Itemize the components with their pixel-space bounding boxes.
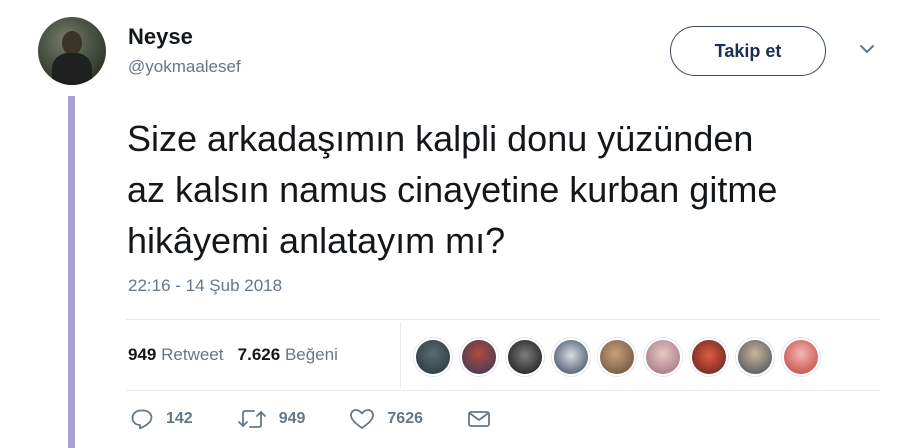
like-count: 7626 [387,410,423,427]
thread-line [68,96,75,448]
reply-button[interactable]: 142 [130,408,193,430]
tweet-text: Size arkadaşımın kalpli donu yüzünden az… [127,113,887,266]
liker-avatar[interactable] [460,338,498,376]
avatar-body [52,53,92,85]
liker-avatar[interactable] [736,338,774,376]
tweet-line: Size arkadaşımın kalpli donu yüzünden [127,118,754,159]
liker-avatar[interactable] [506,338,544,376]
divider [126,319,880,320]
direct-message-button[interactable] [467,409,491,429]
tweet-timestamp[interactable]: 22:16 - 14 Şub 2018 [128,276,282,296]
avatar-head [62,31,82,55]
liker-avatar[interactable] [552,338,590,376]
like-stat-label[interactable]: Beğeni [285,345,338,364]
stats-divider [400,322,401,388]
liker-avatar[interactable] [414,338,452,376]
avatar[interactable] [38,17,106,85]
like-button[interactable]: 7626 [349,408,423,430]
retweet-stat-label[interactable]: Retweet [161,345,223,364]
divider [126,390,880,391]
tweet-stats: 949 Retweet 7.626 Beğeni [128,345,338,365]
retweet-stat-count[interactable]: 949 [128,345,156,364]
like-stat-count[interactable]: 7.626 [238,345,281,364]
envelope-icon [468,411,490,427]
liker-avatar[interactable] [644,338,682,376]
author-name[interactable]: Neyse [128,24,193,50]
heart-icon [350,409,375,429]
reply-icon [131,409,153,430]
liker-avatar[interactable] [598,338,636,376]
liker-avatar[interactable] [690,338,728,376]
retweet-icon [237,410,266,428]
tweet-actions: 142 949 7626 [130,408,535,430]
tweet-line: hikâyemi anlatayım mı? [127,220,506,261]
liker-avatar[interactable] [782,338,820,376]
tweet-line: az kalsın namus cinayetine kurban gitme [127,169,778,210]
follow-button[interactable]: Takip et [670,26,826,76]
retweet-button[interactable]: 949 [237,408,306,430]
chevron-down-icon[interactable] [858,42,876,56]
author-handle[interactable]: @yokmaalesef [128,57,241,77]
retweet-count: 949 [278,410,306,427]
liker-avatars [414,338,820,376]
reply-count: 142 [166,410,193,427]
